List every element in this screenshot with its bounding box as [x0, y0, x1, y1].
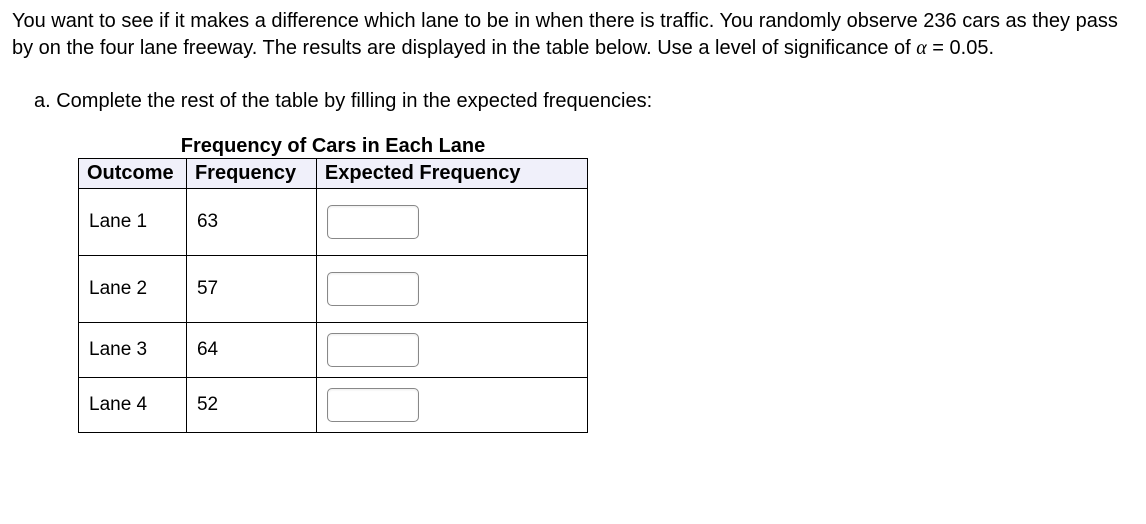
table-title: Frequency of Cars in Each Lane — [78, 135, 588, 158]
expected-cell — [316, 378, 587, 433]
frequency-cell: 64 — [186, 323, 316, 378]
header-frequency: Frequency — [186, 159, 316, 189]
header-outcome: Outcome — [79, 159, 187, 189]
outcome-cell: Lane 3 — [79, 323, 187, 378]
outcome-cell: Lane 2 — [79, 256, 187, 323]
expected-cell — [316, 256, 587, 323]
table-row: Lane 4 52 — [79, 378, 588, 433]
expected-input[interactable] — [327, 388, 419, 422]
question-a: a. Complete the rest of the table by fil… — [12, 90, 1134, 113]
alpha-symbol: α — [916, 37, 927, 59]
table-row: Lane 2 57 — [79, 256, 588, 323]
outcome-cell: Lane 4 — [79, 378, 187, 433]
expected-input[interactable] — [327, 333, 419, 367]
outcome-cell: Lane 1 — [79, 189, 187, 256]
table-row: Lane 3 64 — [79, 323, 588, 378]
table-row: Lane 1 63 — [79, 189, 588, 256]
frequency-cell: 57 — [186, 256, 316, 323]
table-header-row: Outcome Frequency Expected Frequency — [79, 159, 588, 189]
alpha-value: = 0.05. — [927, 37, 994, 59]
frequency-cell: 63 — [186, 189, 316, 256]
frequency-table: Outcome Frequency Expected Frequency Lan… — [78, 158, 588, 433]
problem-statement: You want to see if it makes a difference… — [12, 8, 1134, 62]
expected-cell — [316, 323, 587, 378]
header-expected: Expected Frequency — [316, 159, 587, 189]
expected-input[interactable] — [327, 272, 419, 306]
expected-cell — [316, 189, 587, 256]
frequency-cell: 52 — [186, 378, 316, 433]
expected-input[interactable] — [327, 205, 419, 239]
